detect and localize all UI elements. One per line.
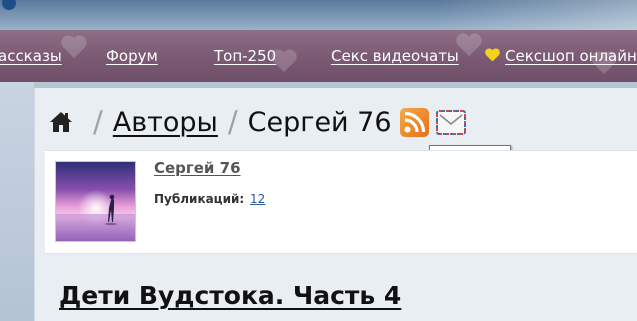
rss-icon[interactable] [399,107,429,137]
mail-icon[interactable] [435,108,466,137]
main-content: / Авторы / Сергей 76 Подписаться [34,88,637,321]
avatar-image [56,162,135,241]
author-card: Сергей 76 Публикаций: 12 [45,150,637,254]
story-title-link[interactable]: Дети Вудстока. Часть 4 [59,281,401,310]
decor-heart [60,36,88,60]
publications-count-link[interactable]: 12 [250,192,265,206]
nav-link-top250[interactable]: Топ-250 [214,47,276,65]
author-avatar[interactable] [55,161,136,242]
publications-info: Публикаций: 12 [154,192,265,206]
main-navigation: ассказы Форум Топ-250 Секс видеочаты Сек… [0,30,637,82]
left-sidebar-edge [0,82,34,321]
breadcrumb-authors-link[interactable]: Авторы [113,107,218,138]
nav-link-sexshop-label: Сексшоп онлайн [505,47,637,65]
nav-link-video-chats[interactable]: Секс видеочаты [331,47,459,65]
logo-mark [2,0,16,10]
home-icon[interactable] [49,110,73,134]
decor-heart [455,34,483,58]
page-title: Сергей 76 [247,106,392,138]
heart-icon [485,49,500,62]
breadcrumb-separator: / [93,105,103,139]
author-name-link[interactable]: Сергей 76 [154,159,241,177]
nav-link-stories[interactable]: ассказы [0,47,62,65]
nav-link-sexshop[interactable]: Сексшоп онлайн [485,47,637,65]
site-header-banner [0,0,637,30]
breadcrumb-separator: / [227,105,238,139]
nav-link-forum[interactable]: Форум [106,47,158,65]
banner-shade [437,0,637,30]
publications-label: Публикаций: [154,192,245,206]
breadcrumb: / Авторы / Сергей 76 [49,102,466,142]
